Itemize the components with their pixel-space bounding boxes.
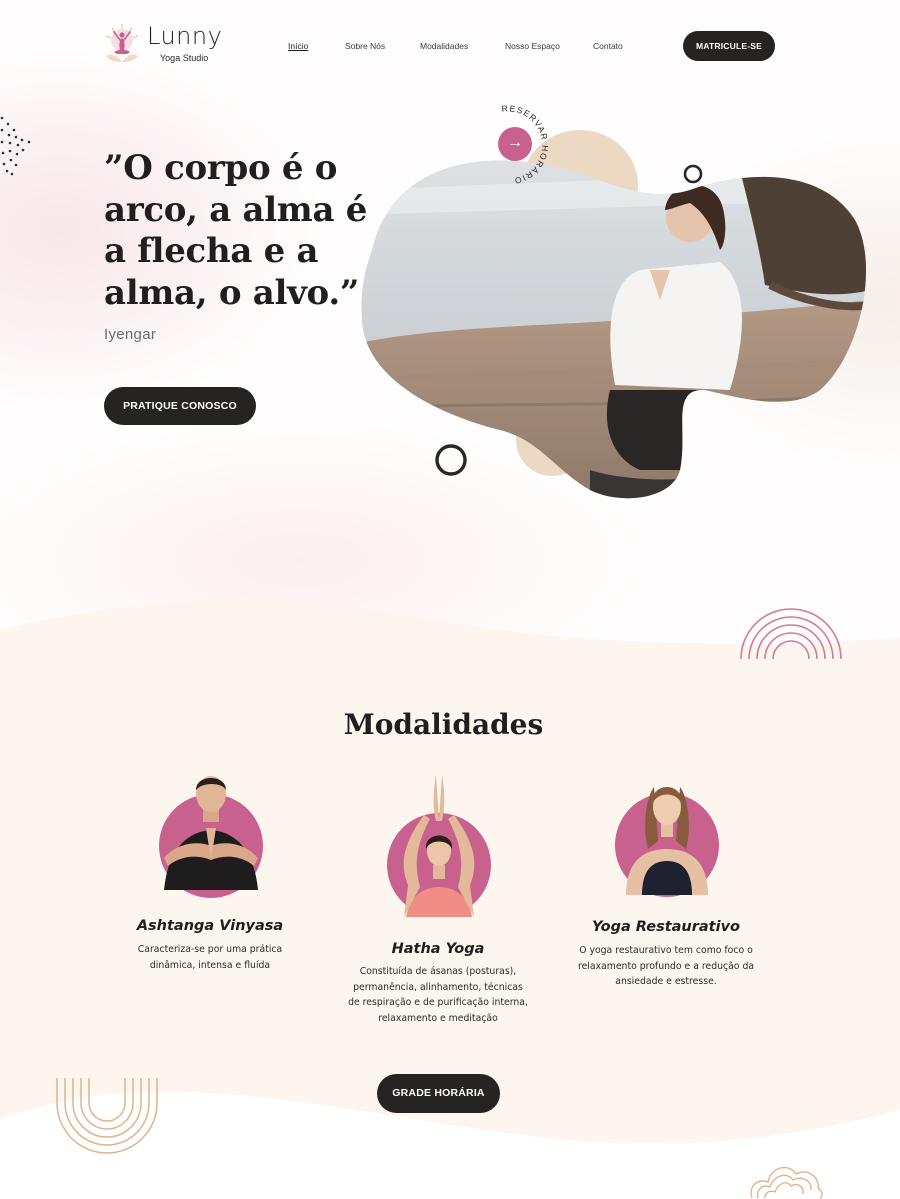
- ashtanga-instructor-photo: [159, 776, 263, 898]
- modalidade-name: Hatha Yoga: [391, 941, 485, 957]
- ring-large: [435, 444, 467, 476]
- page: Lunny Yoga Studio Início Sobre Nós Modal…: [0, 0, 900, 1199]
- description-line: dinâmica, intensa e fluída: [149, 959, 271, 971]
- hero-illustration: RESERVAR HORÁRIO: [361, 103, 867, 499]
- description-line: O yoga restaurativo tem como foco o: [579, 945, 753, 956]
- beige-u-arch-icon: [56, 1078, 158, 1154]
- hatha-instructor-photo: [387, 775, 491, 917]
- description-line: de respiração e de purificação interna,: [348, 997, 528, 1008]
- description-line: Constituída de ásanas (posturas),: [359, 966, 517, 977]
- modalidade-name: Ashtanga Vinyasa: [136, 918, 284, 934]
- modalidades-title: Modalidades: [343, 708, 544, 741]
- yoga-woman-photo: [361, 160, 867, 499]
- description-line: permanência, alinhamento, técnicas: [353, 981, 523, 993]
- grade-horaria-button[interactable]: GRADE HORÁRIA: [377, 1074, 500, 1113]
- description-line: relaxamento e meditação: [378, 1012, 498, 1024]
- ring-small: [683, 164, 703, 184]
- pink-rainbow-arch-icon: [740, 608, 842, 660]
- modalidade-card-hatha[interactable]: Hatha Yoga Constituída de ásanas (postur…: [328, 775, 548, 1035]
- description-line: relaxamento profundo e a redução da: [577, 960, 755, 972]
- beige-cloud-icon: [750, 1166, 823, 1199]
- modalidade-name: Yoga Restaurativo: [591, 919, 740, 935]
- restaurativo-instructor-photo: [615, 787, 719, 897]
- description-line: ansiedade e estresse.: [615, 976, 717, 987]
- modalidade-card-ashtanga[interactable]: Ashtanga Vinyasa Caracteriza-se por uma …: [100, 770, 320, 990]
- arrow-right-icon: →: [507, 134, 523, 151]
- reserve-arrow-button[interactable]: →: [498, 127, 532, 161]
- modalidade-card-restaurativo[interactable]: Yoga Restaurativo O yoga restaurativo te…: [556, 777, 776, 997]
- modalidade-description: Constituída de ásanas (posturas), perman…: [328, 964, 548, 1026]
- modalidade-description: Caracteriza-se por uma prática dinâmica,…: [100, 942, 320, 973]
- description-line: Caracteriza-se por uma prática: [137, 944, 283, 955]
- modalidade-description: O yoga restaurativo tem como foco o rela…: [556, 943, 776, 990]
